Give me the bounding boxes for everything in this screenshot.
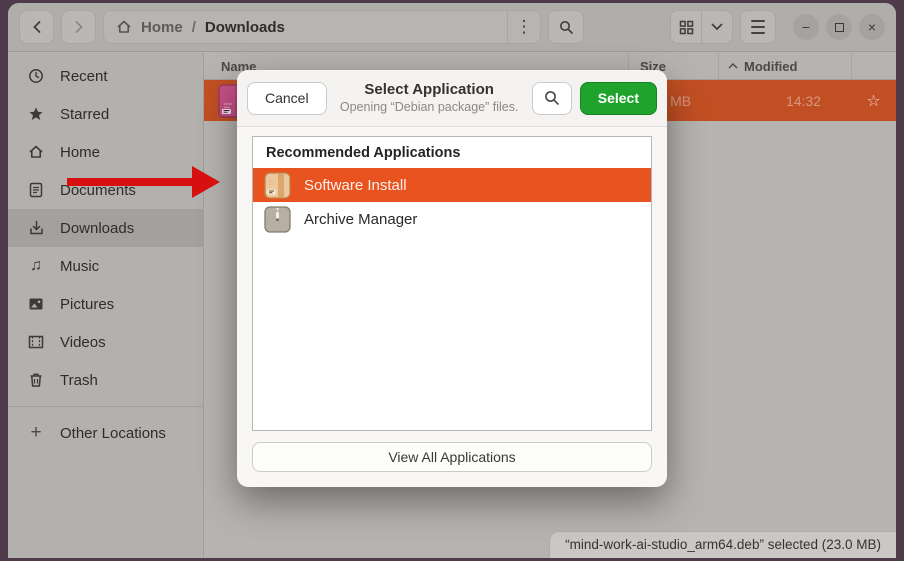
column-header-modified[interactable]: Modified	[718, 53, 851, 79]
chevron-down-icon[interactable]	[702, 11, 732, 43]
breadcrumb-current[interactable]: Downloads	[205, 19, 285, 36]
cancel-button[interactable]: Cancel	[247, 82, 327, 115]
forward-button[interactable]	[61, 10, 96, 44]
dialog-subtitle: Opening “Debian package” files.	[335, 100, 524, 116]
sidebar-item-label: Downloads	[60, 220, 134, 237]
select-application-dialog: Cancel Select Application Opening “Debia…	[237, 70, 667, 487]
sidebar-item-label: Home	[60, 144, 100, 161]
software-install-icon	[264, 172, 291, 199]
sidebar-separator	[8, 406, 203, 407]
titlebar: Home / Downloads ⋮ − ×	[8, 3, 896, 52]
view-options-button[interactable]	[670, 10, 733, 44]
status-bar: “mind-work-ai-studio_arm64.deb” selected…	[549, 531, 896, 558]
view-all-applications-button[interactable]: View All Applications	[252, 442, 652, 472]
dialog-title: Select Application	[335, 81, 524, 100]
sidebar-item-label: Other Locations	[60, 425, 166, 442]
star-outline-icon[interactable]: ☆	[851, 91, 896, 111]
recommended-section-header: Recommended Applications	[253, 137, 651, 168]
star-icon	[27, 106, 45, 122]
sidebar-item-other-locations[interactable]: + Other Locations	[8, 414, 203, 452]
dialog-header: Cancel Select Application Opening “Debia…	[237, 70, 667, 127]
search-icon	[559, 20, 574, 35]
minimize-button[interactable]: −	[793, 14, 819, 40]
breadcrumb-home[interactable]: Home	[141, 19, 183, 36]
grid-view-icon[interactable]	[671, 11, 702, 43]
trash-icon	[27, 372, 45, 388]
arrow-shaft	[67, 178, 194, 186]
sidebar-item-trash[interactable]: Trash	[8, 361, 203, 399]
maximize-button[interactable]	[826, 14, 852, 40]
home-icon	[116, 19, 132, 35]
sidebar-item-label: Videos	[60, 334, 106, 351]
sidebar-item-downloads[interactable]: Downloads	[8, 209, 203, 247]
app-menu-button[interactable]	[740, 10, 776, 44]
close-button[interactable]: ×	[859, 14, 885, 40]
app-name: Software Install	[304, 177, 407, 194]
app-row-archive-manager[interactable]: Archive Manager	[253, 202, 651, 236]
sort-ascending-icon	[728, 63, 738, 69]
sidebar: Recent Starred Home Documents Downloads	[8, 53, 204, 558]
column-header-modified-label: Modified	[744, 59, 797, 74]
sidebar-item-home[interactable]: Home	[8, 133, 203, 171]
music-note-icon: ♫	[27, 257, 45, 275]
breadcrumb-separator: /	[192, 19, 196, 36]
back-button[interactable]	[19, 10, 54, 44]
sidebar-item-label: Trash	[60, 372, 98, 389]
home-icon	[27, 144, 45, 160]
column-header-star	[851, 53, 896, 79]
archive-manager-icon	[264, 206, 291, 233]
sidebar-item-starred[interactable]: Starred	[8, 95, 203, 133]
app-row-software-install[interactable]: Software Install	[253, 168, 651, 202]
file-modified: 14:32	[718, 93, 851, 109]
sidebar-item-documents[interactable]: Documents	[8, 171, 203, 209]
sidebar-item-label: Music	[60, 258, 99, 275]
sidebar-item-music[interactable]: ♫ Music	[8, 247, 203, 285]
video-icon	[27, 335, 45, 349]
sidebar-item-label: Starred	[60, 106, 109, 123]
kebab-menu-icon[interactable]: ⋮	[507, 11, 540, 43]
download-icon	[27, 220, 45, 236]
application-list: Recommended Applications Software Instal…	[252, 136, 652, 431]
select-button[interactable]: Select	[580, 82, 657, 115]
chevron-right-icon	[73, 20, 85, 34]
breadcrumb[interactable]: Home / Downloads ⋮	[103, 10, 541, 44]
picture-icon	[27, 297, 45, 311]
sidebar-item-recent[interactable]: Recent	[8, 57, 203, 95]
clock-icon	[27, 68, 45, 84]
maximize-icon	[835, 23, 844, 32]
plus-icon: +	[27, 422, 45, 444]
search-button[interactable]	[548, 10, 584, 44]
sidebar-item-videos[interactable]: Videos	[8, 323, 203, 361]
document-icon	[27, 182, 45, 198]
sidebar-item-label: Pictures	[60, 296, 114, 313]
sidebar-item-pictures[interactable]: Pictures	[8, 285, 203, 323]
dialog-titles: Select Application Opening “Debian packa…	[335, 81, 524, 115]
search-icon	[544, 90, 560, 106]
arrow-head-icon	[192, 166, 220, 198]
app-name: Archive Manager	[304, 211, 417, 228]
chevron-left-icon	[31, 20, 43, 34]
sidebar-item-label: Recent	[60, 68, 108, 85]
dialog-search-button[interactable]	[532, 82, 572, 115]
